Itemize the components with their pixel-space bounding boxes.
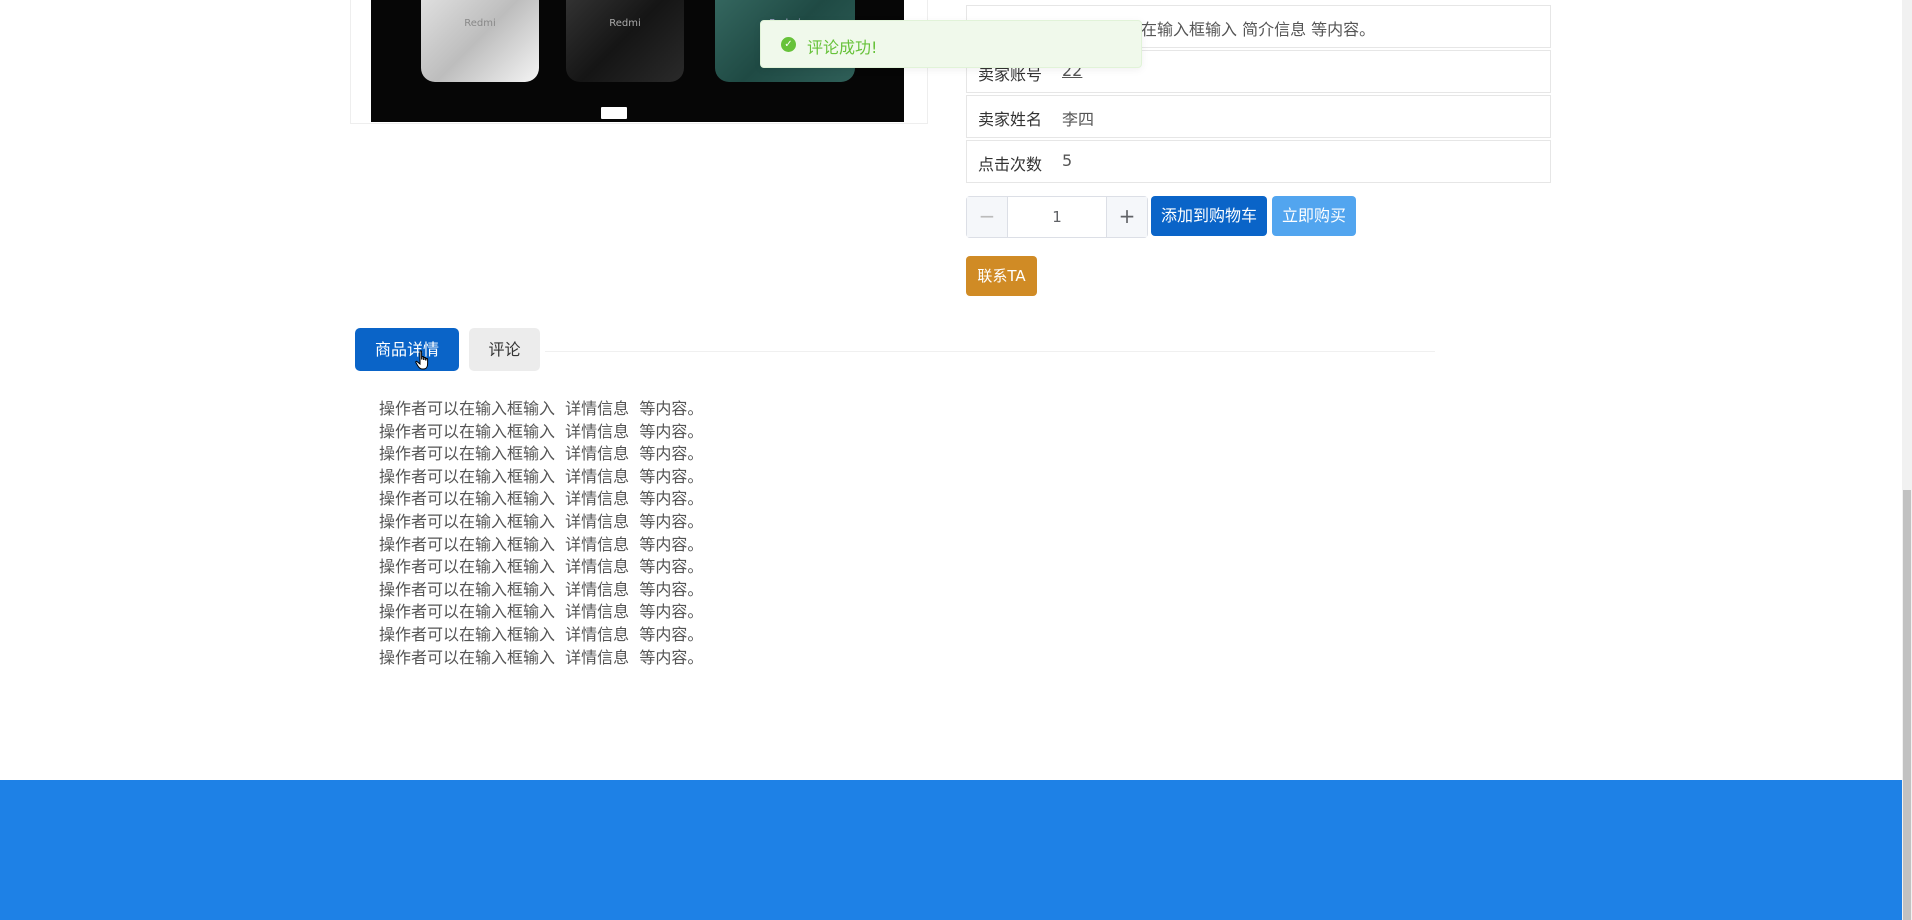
click-count-row: 点击次数 5 [966, 140, 1551, 183]
add-to-cart-button[interactable]: 添加到购物车 [1151, 196, 1267, 236]
details-line: 操作者可以在输入框输入 详情信息 等内容。 [379, 421, 704, 441]
details-line: 操作者可以在输入框输入 详情信息 等内容。 [379, 557, 704, 577]
details-line: 操作者可以在输入框输入 详情信息 等内容。 [379, 602, 704, 622]
details-line: 操作者可以在输入框输入 详情信息 等内容。 [379, 624, 704, 644]
scrollbar-thumb[interactable] [1903, 490, 1911, 920]
details-line: 操作者可以在输入框输入 详情信息 等内容。 [379, 534, 704, 554]
quantity-increase-button[interactable]: + [1106, 197, 1147, 237]
brand-label: Redmi [464, 18, 496, 29]
seller-name-value: 李四 [1062, 110, 1095, 129]
intro-value: 在输入框输入 简介信息 等内容。 [1141, 20, 1376, 39]
page-footer [0, 780, 1902, 920]
seller-name-row: 卖家姓名 李四 [966, 95, 1551, 138]
details-line: 操作者可以在输入框输入 详情信息 等内容。 [379, 511, 704, 531]
details-line: 操作者可以在输入框输入 详情信息 等内容。 [379, 579, 704, 599]
toast-message: 评论成功! [807, 38, 878, 57]
phone-white-image: Redmi [421, 0, 539, 82]
details-line: 操作者可以在输入框输入 详情信息 等内容。 [379, 489, 704, 509]
details-line: 操作者可以在输入框输入 详情信息 等内容。 [379, 647, 704, 667]
success-toast: ✓ 评论成功! [760, 20, 1142, 68]
brand-label: Redmi [609, 18, 641, 29]
product-details-content: 操作者可以在输入框输入 详情信息 等内容。 操作者可以在输入框输入 详情信息 等… [379, 398, 703, 669]
success-check-icon: ✓ [781, 37, 796, 52]
quantity-input[interactable]: 1 [1007, 197, 1107, 237]
hand-cursor-icon [415, 350, 429, 370]
phone-black-image: Redmi [566, 0, 684, 82]
click-count-label: 点击次数 [978, 155, 1043, 174]
quantity-decrease-button[interactable]: − [967, 197, 1008, 237]
details-line: 操作者可以在输入框输入 详情信息 等内容。 [379, 466, 704, 486]
tab-comments[interactable]: 评论 [469, 328, 540, 371]
tab-product-details[interactable]: 商品详情 [355, 328, 459, 371]
details-line: 操作者可以在输入框输入 详情信息 等内容。 [379, 444, 704, 464]
click-count-value: 5 [1062, 151, 1073, 170]
page-scrollbar[interactable] [1902, 0, 1912, 920]
tab-divider [545, 351, 1435, 352]
carousel-indicator[interactable] [601, 107, 627, 119]
contact-seller-button[interactable]: 联系TA [966, 256, 1037, 296]
buy-now-button[interactable]: 立即购买 [1272, 196, 1356, 236]
seller-name-label: 卖家姓名 [978, 110, 1043, 129]
quantity-stepper: − 1 + [966, 196, 1148, 238]
details-line: 操作者可以在输入框输入 详情信息 等内容。 [379, 399, 704, 418]
